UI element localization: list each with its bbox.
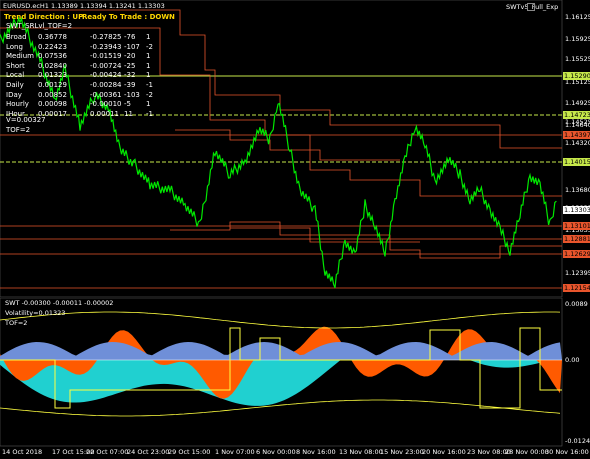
levels-cell: 11	[124, 109, 133, 118]
v-value: V=0.00327	[6, 116, 46, 124]
levels-cell: Long	[6, 42, 23, 51]
levels-cell: -0.00284	[90, 81, 122, 89]
price-axis-label: 1.16125	[565, 13, 590, 21]
levels-cell: -25	[124, 61, 136, 70]
levels-cell: -0.00424	[90, 71, 122, 80]
levels-cell: Daily	[6, 81, 24, 89]
levels-cell: 1	[146, 71, 151, 80]
levels-cell: -2	[146, 90, 153, 99]
price-axis-label: 1.13680	[565, 186, 590, 194]
levels-cell: -5	[124, 100, 131, 109]
time-axis-label: 28 Nov 00:00	[505, 448, 549, 456]
sub-axis-top: 0.0089	[565, 300, 588, 308]
levels-cell: 0.00098	[38, 100, 67, 109]
levels-cell: 0.36778	[38, 33, 67, 41]
time-axis-label: 13 Nov 08:00	[339, 448, 383, 456]
levels-cell: -0.00010	[90, 100, 122, 109]
levels-cell: -0.01519	[90, 52, 122, 61]
time-axis-label: 24 Oct 23:00	[127, 448, 170, 456]
price-tag: 1.13101	[563, 222, 590, 230]
price-tag: 1.14397	[563, 131, 590, 139]
levels-cell: 1	[146, 52, 151, 61]
levels-cell: 0.02840	[38, 61, 67, 70]
swt-title: SWT -0.00300 -0.00011 -0.00002	[5, 299, 114, 307]
time-axis-label: 8 Nov 16:00	[296, 448, 336, 456]
sub-axis-bottom: -0.01246	[565, 437, 590, 445]
levels-cell: 0.07536	[38, 52, 67, 61]
swt-oscillator[interactable]	[0, 298, 590, 448]
levels-cell: -39	[124, 81, 136, 89]
sub-tof-label: TOF=2	[5, 319, 28, 327]
levels-cell: -107	[124, 42, 140, 51]
corner-box-icon[interactable]	[527, 3, 535, 11]
indicator-name: SWT_SRLvl_TOF=2	[6, 22, 73, 30]
price-axis-label: 1.14320	[565, 139, 590, 147]
levels-cell: Hourly	[6, 100, 29, 109]
time-axis-label: 1 Nov 07:00	[215, 448, 255, 456]
levels-cell: -0.00361	[90, 90, 122, 99]
levels-cell: Medium	[6, 52, 34, 61]
price-chart[interactable]	[0, 0, 590, 298]
price-tag: 1.12881	[563, 235, 590, 243]
sub-axis-zero: 0.00	[565, 356, 580, 364]
levels-cell: -1	[146, 109, 153, 118]
price-tag: 1.14723	[563, 111, 590, 119]
levels-cell: 0.01323	[38, 71, 67, 80]
levels-cell: IDay	[6, 90, 22, 99]
levels-cell: -0.00724	[90, 61, 122, 70]
price-tag: 1.12629	[563, 250, 590, 258]
price-axis-label: 1.14925	[565, 99, 590, 107]
price-axis-label: 1.14640	[565, 121, 590, 129]
trend-direction: Trend Direction : UP	[4, 13, 84, 21]
price-axis-label: 1.12395	[565, 269, 590, 277]
levels-cell: Local	[6, 71, 25, 80]
levels-cell: 1	[146, 100, 151, 109]
levels-cell: -0.23943	[90, 42, 122, 51]
time-axis-label: 6 Nov 00:00	[256, 448, 296, 456]
price-tag: 1.15290	[563, 72, 590, 80]
ready-to-trade: Ready To Trade : DOWN	[82, 13, 175, 21]
levels-cell: 1	[146, 61, 151, 70]
time-axis-label: 22 Oct 07:00	[86, 448, 129, 456]
symbol-info: EURUSD.ecH1 1.13389 1.13394 1.13241 1.13…	[3, 2, 165, 10]
time-axis-label: 30 Nov 16:00	[545, 448, 589, 456]
price-tag: 1.14015	[563, 158, 590, 166]
time-axis-label: 20 Nov 16:00	[422, 448, 466, 456]
price-tag: 1.12154	[563, 284, 590, 292]
price-axis-label: 1.15525	[565, 55, 590, 63]
levels-cell: 1	[146, 33, 151, 41]
time-axis-label: 15 Nov 23:00	[380, 448, 424, 456]
levels-cell: -2	[146, 42, 153, 51]
levels-cell: 0.22423	[38, 42, 67, 51]
volatility-label: Volatility=0.01323	[5, 309, 66, 317]
levels-cell: -32	[124, 71, 136, 80]
levels-cell: 0.00852	[38, 90, 67, 99]
tof-label: TOF=2	[6, 126, 31, 134]
levels-cell: -0.27825	[90, 33, 122, 41]
levels-cell: 0.00129	[38, 81, 67, 89]
time-axis-label: 14 Oct 2018	[2, 448, 43, 456]
levels-cell: Broad	[6, 33, 27, 41]
levels-cell: 0.00011	[90, 109, 119, 118]
levels-cell: -103	[124, 90, 140, 99]
time-axis-label: 29 Oct 15:00	[168, 448, 211, 456]
levels-cell: -20	[124, 52, 136, 61]
price-tag: 1.13303	[563, 206, 590, 214]
levels-cell: -76	[124, 33, 136, 41]
price-axis-label: 1.15925	[565, 35, 590, 43]
levels-cell: -1	[146, 81, 153, 89]
levels-cell: Short	[6, 61, 25, 70]
